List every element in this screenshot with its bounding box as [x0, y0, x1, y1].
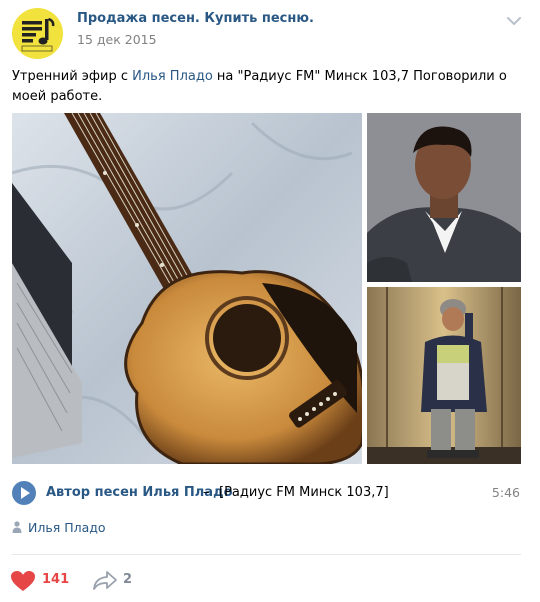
- play-icon[interactable]: [12, 481, 36, 505]
- share-button[interactable]: 2: [92, 566, 142, 594]
- elevator-photo-image: [367, 287, 521, 464]
- group-avatar[interactable]: [12, 8, 63, 59]
- audio-track[interactable]: Автор песен Илья Пладо – [Радиус FM Минс…: [12, 480, 522, 506]
- wall-post: Продажа песен. Купить песню. 15 дек 2015…: [0, 0, 540, 602]
- like-count: 141: [42, 572, 70, 587]
- heart-icon: [11, 571, 35, 591]
- audio-title[interactable]: [Радиус FM Минск 103,7]: [219, 485, 389, 500]
- audio-duration: 5:46: [491, 485, 520, 500]
- chevron-down-icon[interactable]: [505, 14, 523, 28]
- mention-link[interactable]: Илья Пладо: [132, 69, 213, 84]
- post-text: Утренний эфир с Илья Пладо на "Радиус FM…: [12, 67, 522, 107]
- post-text-part: Утренний эфир с: [12, 69, 133, 84]
- post-photo-guitar[interactable]: [12, 113, 362, 464]
- post-divider: [12, 554, 521, 555]
- share-arrow-icon: [93, 571, 117, 590]
- post-photo-portrait[interactable]: [367, 113, 521, 282]
- group-name-link[interactable]: Продажа песен. Купить песню.: [77, 11, 314, 26]
- post-photo-elevator[interactable]: [367, 287, 521, 464]
- audio-separator: –: [203, 485, 210, 500]
- user-icon: [12, 521, 22, 533]
- portrait-photo-image: [367, 113, 521, 282]
- share-count: 2: [123, 572, 133, 587]
- song-sale-logo-icon: [21, 17, 55, 52]
- like-button[interactable]: 141: [10, 566, 76, 594]
- post-date[interactable]: 15 дек 2015: [77, 32, 157, 47]
- signer-name-link[interactable]: Илья Пладо: [28, 520, 106, 535]
- guitar-photo-image: [12, 113, 362, 464]
